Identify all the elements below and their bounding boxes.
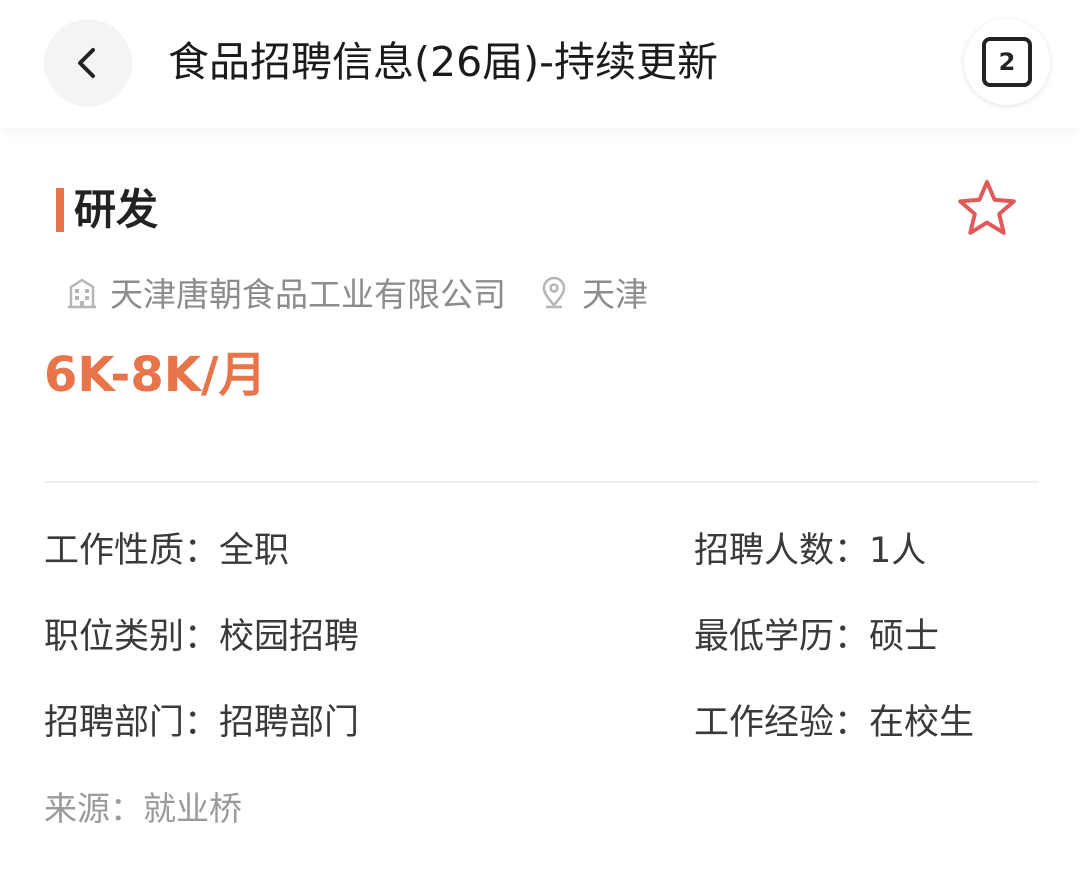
company-name[interactable]: 天津唐朝食品工业有限公司 bbox=[110, 268, 506, 316]
building-icon bbox=[64, 274, 100, 310]
source-label: 来源： bbox=[44, 789, 143, 828]
detail-label: 招聘人数： bbox=[694, 531, 870, 571]
source-value[interactable]: 就业桥 bbox=[143, 789, 242, 828]
tab-count-badge: 2 bbox=[982, 37, 1032, 87]
detail-value: 1人 bbox=[869, 531, 927, 571]
star-outline-icon bbox=[958, 180, 1016, 235]
job-title: 研发 bbox=[74, 185, 159, 234]
detail-job-category: 职位类别：校园招聘 bbox=[44, 612, 359, 662]
detail-value: 在校生 bbox=[869, 703, 975, 743]
detail-headcount: 招聘人数：1人 bbox=[694, 526, 926, 576]
top-bar: 食品招聘信息(26届)-持续更新 2 bbox=[0, 0, 1080, 128]
company-location-row: 天津唐朝食品工业有限公司 天津 bbox=[64, 266, 648, 318]
detail-label: 招聘部门： bbox=[44, 703, 220, 743]
job-location: 天津 bbox=[582, 275, 648, 314]
tab-switcher-button[interactable]: 2 bbox=[964, 19, 1050, 105]
detail-value: 招聘部门 bbox=[219, 703, 360, 743]
source-info: 来源：就业桥 bbox=[44, 784, 242, 834]
favorite-button[interactable] bbox=[954, 176, 1020, 242]
page-title: 食品招聘信息(26届)-持续更新 bbox=[168, 38, 718, 86]
salary-range: 6K-8K/月 bbox=[44, 347, 267, 403]
back-button[interactable] bbox=[44, 19, 132, 107]
detail-label: 工作经验： bbox=[694, 703, 870, 743]
section-divider bbox=[44, 481, 1038, 483]
detail-job-type: 工作性质：全职 bbox=[44, 526, 289, 576]
detail-department: 招聘部门：招聘部门 bbox=[44, 698, 359, 748]
detail-value: 硕士 bbox=[869, 617, 940, 657]
title-accent-bar bbox=[56, 188, 64, 232]
detail-experience: 工作经验：在校生 bbox=[694, 698, 974, 748]
detail-label: 最低学历： bbox=[694, 617, 870, 657]
job-detail-page: 食品招聘信息(26届)-持续更新 2 研发 天津唐朝食品工业有限公司 天津 6K… bbox=[0, 0, 1080, 873]
detail-label: 职位类别： bbox=[44, 617, 220, 657]
detail-label: 工作性质： bbox=[44, 531, 220, 571]
chevron-left-icon bbox=[78, 48, 95, 78]
detail-min-education: 最低学历：硕士 bbox=[694, 612, 939, 662]
location-pin-icon bbox=[536, 274, 572, 310]
detail-value: 校园招聘 bbox=[219, 617, 360, 657]
detail-value: 全职 bbox=[219, 531, 290, 571]
